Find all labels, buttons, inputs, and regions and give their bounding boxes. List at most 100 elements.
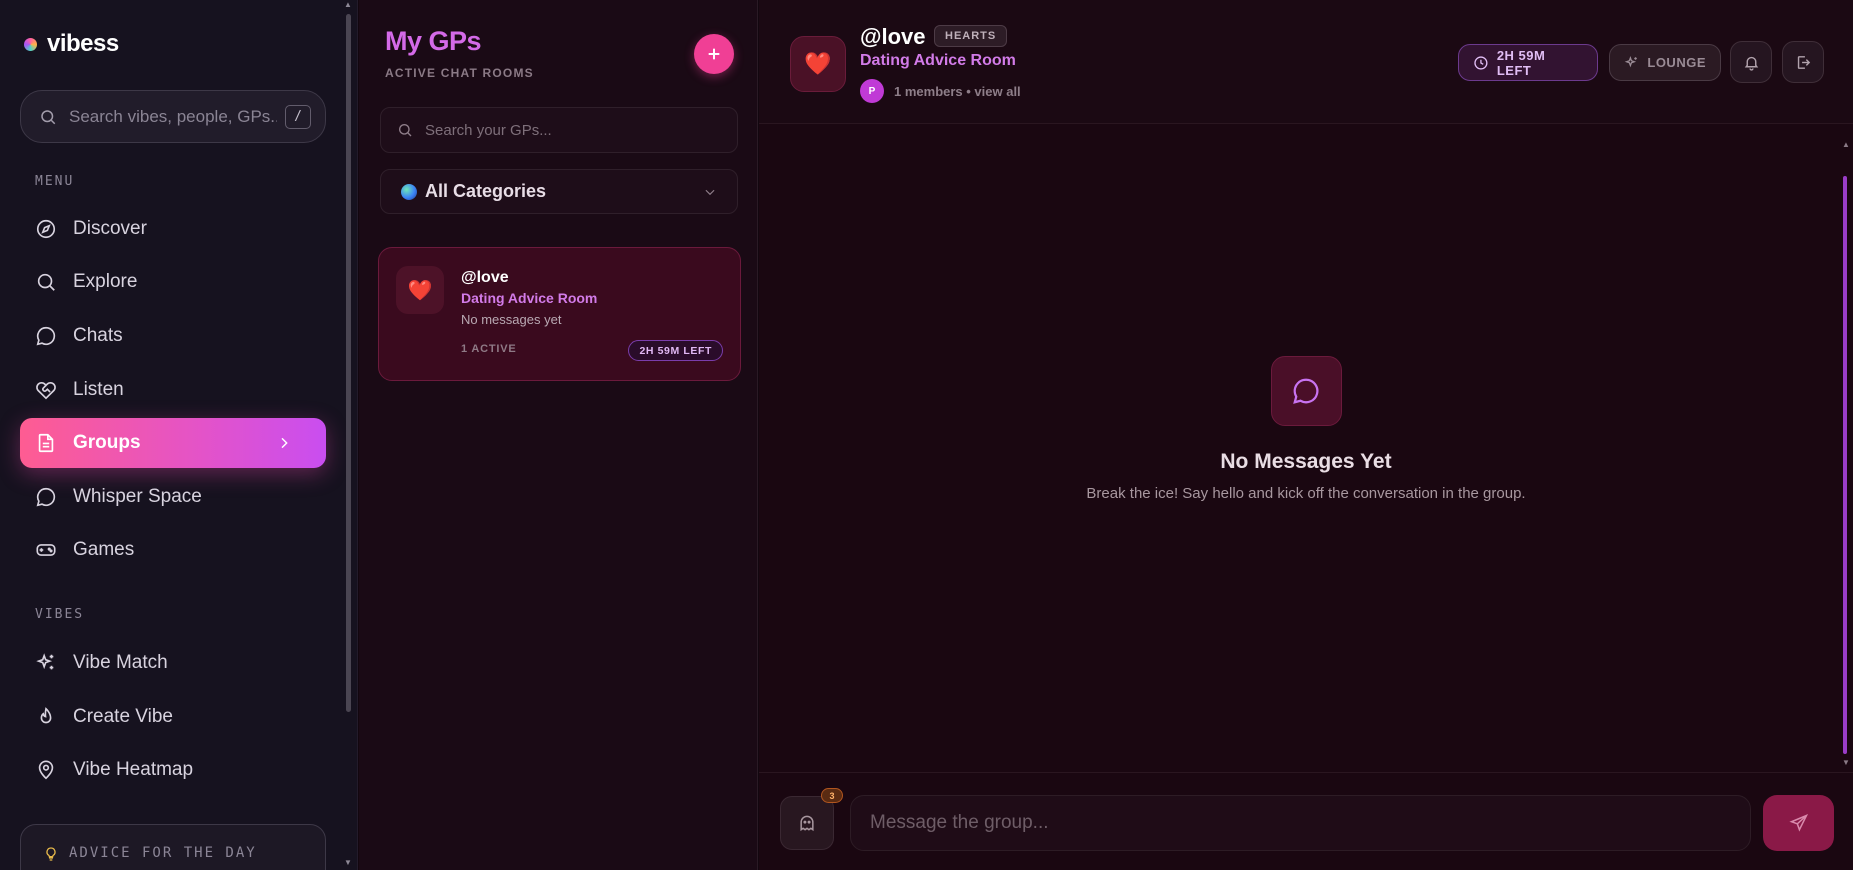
heart-icon: ❤️ <box>790 36 846 92</box>
gp-search[interactable] <box>380 107 738 153</box>
gamepad-icon <box>36 544 56 556</box>
search-icon <box>41 109 56 124</box>
map-pin-icon <box>38 760 54 780</box>
chat-bubble-icon <box>1270 356 1342 426</box>
menu-section-label: MENU <box>35 174 75 189</box>
sidebar-item-games[interactable]: Games <box>20 525 326 575</box>
gp-room-name: Dating Advice Room <box>461 290 598 306</box>
sidebar-item-label: Vibe Match <box>73 652 168 673</box>
time-left-button[interactable]: 2H 59M LEFT <box>1458 44 1598 81</box>
sidebar-scrollbar[interactable]: ▲ ▼ <box>342 0 354 870</box>
category-selected-value: All Categories <box>425 181 547 201</box>
sidebar-item-explore[interactable]: Explore <box>20 257 326 307</box>
lounge-button[interactable]: LOUNGE <box>1609 44 1721 81</box>
anonymous-count-badge: 3 <box>821 788 843 803</box>
search-icon <box>37 273 55 291</box>
chat-scrollbar[interactable]: ▲ ▼ <box>1841 140 1851 768</box>
gp-search-input[interactable] <box>425 121 737 139</box>
sidebar-item-label: Games <box>73 539 135 560</box>
chat-category-badge: HEARTS <box>934 25 1008 47</box>
sidebar-item-vibe-match[interactable]: Vibe Match <box>20 638 326 688</box>
anonymous-mode-button[interactable] <box>780 796 834 850</box>
sidebar-scroll-thumb[interactable] <box>346 14 351 712</box>
gp-panel-title: My GPs <box>385 26 482 56</box>
lightbulb-icon <box>46 847 56 861</box>
gp-active-count: 1 ACTIVE <box>461 343 517 355</box>
empty-state-text: Break the ice! Say hello and kick off th… <box>1086 485 1526 502</box>
chat-members[interactable]: P 1 members • view all <box>860 79 1021 103</box>
heart-handshake-icon <box>36 381 56 400</box>
chat-bubble-icon <box>36 487 56 507</box>
sidebar-item-groups[interactable]: Groups <box>20 418 326 468</box>
sidebar-item-listen[interactable]: Listen <box>20 365 326 415</box>
search-shortcut-key: / <box>285 104 311 129</box>
chat-area: ❤️ @love HEARTS Dating Advice Room P 1 m… <box>759 0 1853 870</box>
document-icon <box>38 433 54 453</box>
chat-scroll-thumb[interactable] <box>1843 176 1847 754</box>
sidebar-item-chats[interactable]: Chats <box>20 311 326 361</box>
chat-bubble-icon <box>36 326 56 346</box>
sidebar-item-label: Whisper Space <box>73 486 202 507</box>
sidebar-item-whisper-space[interactable]: Whisper Space <box>20 472 326 522</box>
sidebar-item-create-vibe[interactable]: Create Vibe <box>20 692 326 742</box>
app-logo[interactable]: vibess <box>24 30 119 58</box>
sidebar-item-label: Vibe Heatmap <box>73 759 194 780</box>
members-count-link[interactable]: 1 members • view all <box>894 84 1021 99</box>
chat-title: @love <box>860 24 926 49</box>
gp-list-panel: My GPs ACTIVE CHAT ROOMS All Categories … <box>359 0 758 870</box>
scroll-down-arrow-icon[interactable]: ▼ <box>343 858 353 868</box>
sidebar: vibess / MENU Discover Explore Chats Lis… <box>0 0 358 870</box>
heart-icon: ❤️ <box>396 266 444 314</box>
sidebar-item-label: Listen <box>73 379 124 400</box>
scroll-up-arrow-icon[interactable]: ▲ <box>1841 140 1851 149</box>
send-button[interactable] <box>1763 795 1834 851</box>
compass-icon <box>36 219 56 239</box>
message-input[interactable] <box>850 795 1751 851</box>
gp-list-item[interactable]: ❤️ @love Dating Advice Room No messages … <box>378 247 741 381</box>
global-search-input[interactable] <box>69 106 277 127</box>
sparkles-icon <box>1624 55 1637 67</box>
sidebar-item-label: Groups <box>73 432 141 453</box>
member-avatar: P <box>860 79 884 103</box>
global-search[interactable]: / <box>20 90 326 143</box>
vibes-section-label: VIBES <box>35 607 85 622</box>
chevron-down-icon <box>705 189 715 196</box>
lounge-label: LOUNGE <box>1647 55 1706 70</box>
gp-panel-subtitle: ACTIVE CHAT ROOMS <box>385 66 534 80</box>
time-left-label: 2H 59M LEFT <box>1496 47 1546 78</box>
app-name: vibess <box>47 30 119 57</box>
sidebar-item-label: Explore <box>73 271 138 292</box>
gp-time-left-badge: 2H 59M LEFT <box>628 340 723 361</box>
empty-state-title: No Messages Yet <box>1220 450 1392 473</box>
sidebar-item-discover[interactable]: Discover <box>20 204 326 254</box>
send-icon <box>1788 814 1808 832</box>
logo-mark-icon <box>24 37 37 51</box>
flame-icon <box>40 707 52 724</box>
search-icon <box>399 124 412 137</box>
logout-icon <box>1797 55 1810 69</box>
chevron-right-icon <box>281 437 288 449</box>
scroll-up-arrow-icon[interactable]: ▲ <box>343 0 353 10</box>
notifications-button[interactable] <box>1730 41 1772 83</box>
message-composer: 3 <box>759 772 1853 870</box>
ghost-icon <box>800 815 814 832</box>
sidebar-item-vibe-heatmap[interactable]: Vibe Heatmap <box>20 745 326 795</box>
sparkles-icon <box>36 653 54 670</box>
gp-last-message: No messages yet <box>461 312 562 327</box>
clock-icon <box>1474 55 1488 70</box>
globe-icon <box>401 183 417 200</box>
scroll-down-arrow-icon[interactable]: ▼ <box>1841 758 1851 767</box>
chat-room-name: Dating Advice Room <box>860 52 1016 69</box>
chat-header: ❤️ @love HEARTS Dating Advice Room P 1 m… <box>759 0 1853 124</box>
category-select[interactable]: All Categories <box>380 169 738 214</box>
sidebar-item-label: Create Vibe <box>73 706 173 727</box>
plus-icon <box>708 48 720 60</box>
advice-label: ADVICE FOR THE DAY <box>69 845 257 861</box>
gp-name: @love <box>461 269 509 286</box>
advice-card[interactable]: ADVICE FOR THE DAY <box>20 824 326 870</box>
bell-icon <box>1744 56 1758 71</box>
sidebar-item-label: Chats <box>73 325 123 346</box>
leave-group-button[interactable] <box>1782 41 1824 83</box>
sidebar-item-label: Discover <box>73 218 147 239</box>
create-gp-button[interactable] <box>694 34 734 74</box>
